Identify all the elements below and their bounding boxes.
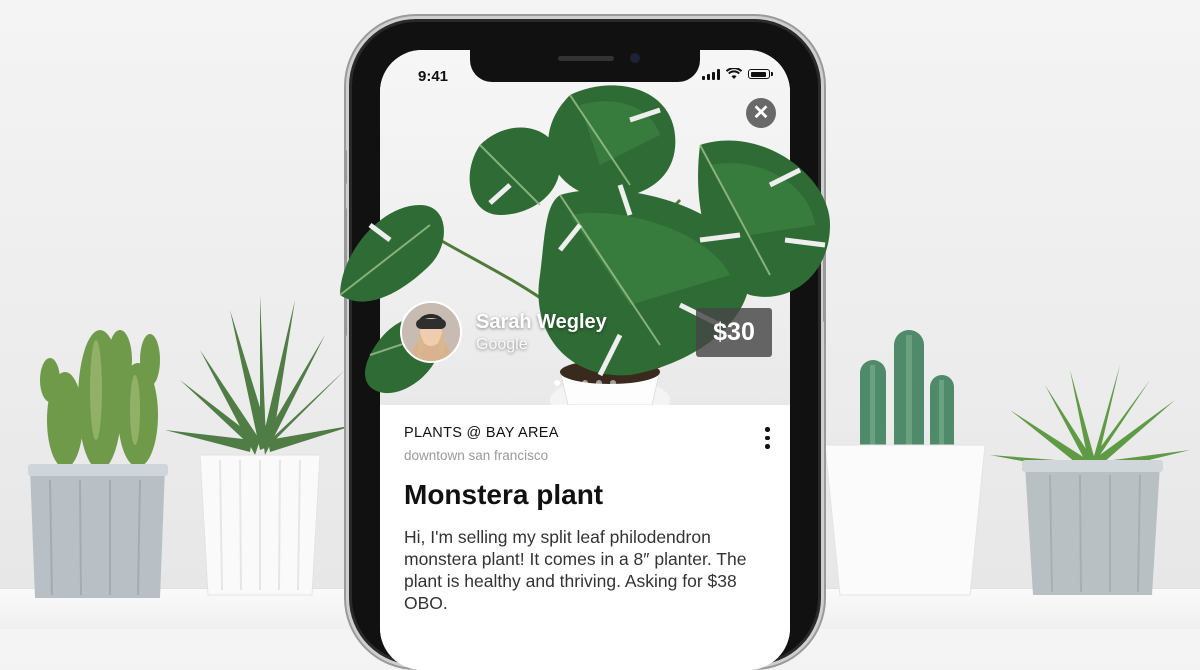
cactus-plant-right: [824, 330, 986, 596]
listing-description: Hi, I'm selling my split leaf philodendr…: [404, 527, 747, 613]
seller-avatar[interactable]: [400, 301, 462, 363]
speaker: [558, 56, 614, 61]
succulent-plant-right: [990, 365, 1190, 595]
signal-icon: [702, 68, 720, 80]
mute-switch: [344, 150, 347, 184]
listing-details: PLANTS @ BAY AREA downtown san francisco…: [380, 405, 790, 670]
photo-pagination[interactable]: [554, 380, 616, 386]
page-dot[interactable]: [582, 380, 588, 386]
close-button[interactable]: ✕: [746, 98, 776, 128]
listing-location: downtown san francisco: [404, 448, 549, 463]
seller-text: Sarah Wegley Google: [476, 311, 607, 354]
battery-icon: [748, 69, 773, 79]
notch: [470, 50, 700, 82]
seller-organization: Google: [476, 335, 528, 353]
volume-down-button: [344, 278, 347, 336]
aloe-plant: [165, 295, 355, 596]
volume-up-button: [344, 208, 347, 266]
page-dot[interactable]: [596, 380, 602, 386]
wifi-icon: [726, 68, 742, 79]
status-icons: [702, 68, 773, 80]
price-badge: $30: [696, 308, 772, 357]
status-time: 9:41: [418, 68, 449, 85]
seller-info[interactable]: Sarah Wegley Google: [400, 301, 607, 363]
side-button: [823, 232, 826, 322]
page-dot[interactable]: [554, 380, 560, 386]
cactus-plant-left: [28, 330, 168, 598]
page-dot[interactable]: [610, 380, 616, 386]
listing-category: PLANTS @ BAY AREA: [404, 425, 559, 441]
front-camera: [630, 53, 640, 63]
listing-title: Monstera plant: [404, 479, 604, 510]
seller-avatar-image: [402, 303, 460, 361]
seller-name: Sarah Wegley: [476, 310, 607, 333]
more-options-icon[interactable]: [764, 427, 772, 449]
page-dot[interactable]: [568, 380, 574, 386]
